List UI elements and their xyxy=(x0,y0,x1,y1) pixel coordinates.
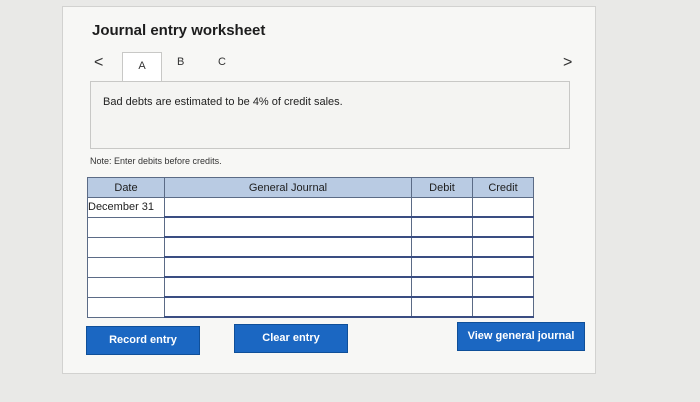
debit-input[interactable] xyxy=(411,296,473,318)
description-box: Bad debts are estimated to be 4% of cred… xyxy=(90,81,570,149)
date-cell[interactable] xyxy=(87,216,165,238)
table-row xyxy=(87,216,534,238)
table-row xyxy=(87,296,534,318)
page-title: Journal entry worksheet xyxy=(92,22,266,39)
table-row: December 31 xyxy=(87,197,534,218)
account-input[interactable] xyxy=(164,296,412,318)
table-row xyxy=(87,276,534,298)
credit-input[interactable] xyxy=(472,236,534,258)
credit-input[interactable] xyxy=(472,216,534,238)
debit-header: Debit xyxy=(411,177,473,198)
chevron-left-icon[interactable]: < xyxy=(94,54,103,72)
date-cell[interactable]: December 31 xyxy=(87,197,165,218)
account-input[interactable] xyxy=(164,256,412,278)
view-general-journal-button[interactable]: View general journal xyxy=(457,322,585,351)
note-text: Note: Enter debits before credits. xyxy=(90,156,222,166)
credit-input[interactable] xyxy=(472,276,534,298)
debit-input[interactable] xyxy=(411,276,473,298)
journal-table: Date General Journal Debit Credit Decemb… xyxy=(87,177,534,318)
credit-header: Credit xyxy=(472,177,534,198)
credit-input[interactable] xyxy=(472,256,534,278)
date-cell[interactable] xyxy=(87,236,165,258)
credit-input[interactable] xyxy=(472,296,534,318)
debit-input[interactable] xyxy=(411,256,473,278)
table-row xyxy=(87,236,534,258)
table-row xyxy=(87,256,534,278)
account-input[interactable] xyxy=(164,197,412,218)
account-input[interactable] xyxy=(164,236,412,258)
tab-c[interactable]: C xyxy=(218,56,226,68)
tab-a[interactable]: A xyxy=(122,52,162,83)
chevron-right-icon[interactable]: > xyxy=(563,54,572,72)
date-cell[interactable] xyxy=(87,296,165,318)
account-input[interactable] xyxy=(164,276,412,298)
tab-b[interactable]: B xyxy=(177,56,184,68)
description-text: Bad debts are estimated to be 4% of cred… xyxy=(103,96,343,108)
clear-entry-button[interactable]: Clear entry xyxy=(234,324,348,353)
date-cell[interactable] xyxy=(87,276,165,298)
debit-input[interactable] xyxy=(411,216,473,238)
debit-input[interactable] xyxy=(411,197,473,218)
date-header: Date xyxy=(87,177,165,198)
credit-input[interactable] xyxy=(472,197,534,218)
debit-input[interactable] xyxy=(411,236,473,258)
date-cell[interactable] xyxy=(87,256,165,278)
account-input[interactable] xyxy=(164,216,412,238)
record-entry-button[interactable]: Record entry xyxy=(86,326,200,355)
general-journal-header: General Journal xyxy=(164,177,412,198)
